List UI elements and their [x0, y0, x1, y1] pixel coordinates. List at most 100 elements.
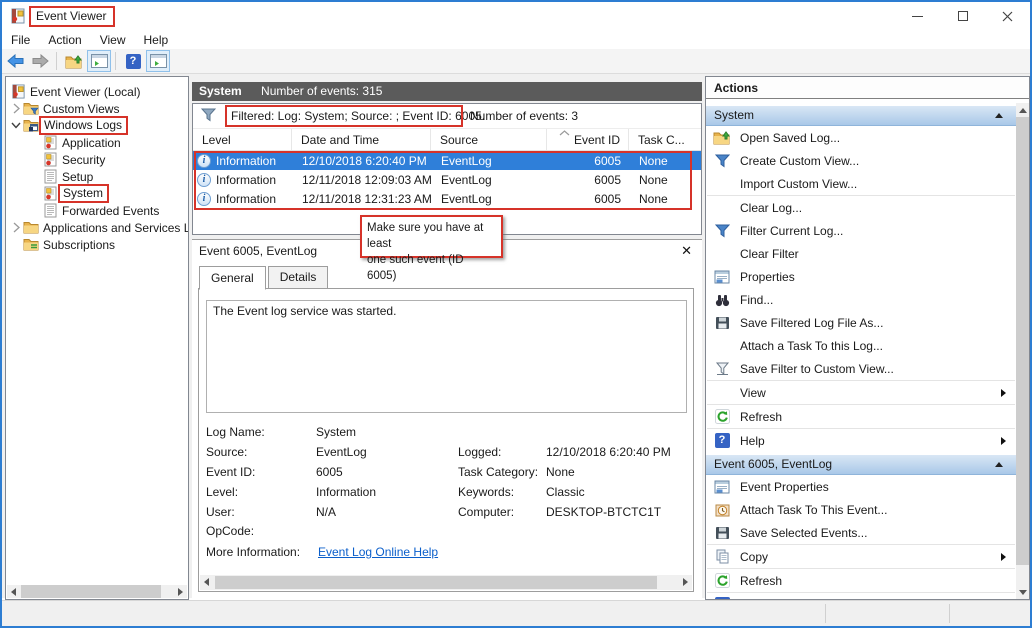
tree-horizontal-scrollbar[interactable]	[7, 585, 187, 598]
tree-item-system[interactable]: System	[6, 185, 188, 202]
show-console-tree-button[interactable]	[87, 50, 111, 72]
refresh-icon	[712, 409, 732, 424]
log-icon	[42, 169, 58, 184]
maximize-button[interactable]	[940, 2, 985, 30]
actions-group-system[interactable]: System	[706, 106, 1016, 126]
action-event-properties[interactable]: Event Properties	[706, 475, 1016, 498]
action-help-event[interactable]: ? Help	[706, 593, 1016, 599]
action-clear-log[interactable]: Clear Log...	[706, 196, 1016, 219]
action-attach-task-to-event[interactable]: Attach Task To This Event...	[706, 498, 1016, 521]
event-description[interactable]: The Event log service was started.	[206, 300, 687, 413]
field-label: Keywords:	[458, 485, 514, 499]
tree-item-subscriptions[interactable]: Subscriptions	[6, 236, 188, 253]
field-label: More Information:	[206, 545, 300, 559]
group-title: System	[714, 108, 754, 122]
general-tab-content: The Event log service was started. Log N…	[198, 288, 694, 592]
collapse-group-icon[interactable]	[995, 113, 1003, 118]
tree-item-custom-views[interactable]: Custom Views	[6, 100, 188, 117]
tree-item-event-viewer-local[interactable]: Event Viewer (Local)	[6, 83, 188, 100]
menu-file[interactable]: File	[2, 31, 39, 49]
scrollbar-thumb[interactable]	[1016, 117, 1029, 565]
log-title: System	[199, 84, 242, 98]
tab-general[interactable]: General	[199, 266, 266, 290]
sort-ascending-icon	[559, 130, 570, 136]
action-save-filtered-log-file-as[interactable]: Save Filtered Log File As...	[706, 311, 1016, 334]
scroll-left-button[interactable]	[200, 575, 213, 588]
copy-icon	[712, 549, 732, 564]
action-properties[interactable]: Properties	[706, 265, 1016, 288]
action-attach-task-to-log[interactable]: Attach a Task To this Log...	[706, 334, 1016, 357]
show-console-tree-icon	[91, 54, 108, 68]
event-log-online-help-link[interactable]: Event Log Online Help	[318, 545, 438, 559]
tab-details[interactable]: Details	[268, 266, 329, 289]
scroll-up-button[interactable]	[1016, 103, 1029, 117]
back-button[interactable]	[3, 50, 27, 72]
tree-item-security[interactable]: Security	[6, 151, 188, 168]
column-header-date[interactable]: Date and Time	[292, 129, 431, 150]
show-action-pane-button[interactable]	[146, 50, 170, 72]
filter-outline-icon	[712, 362, 732, 376]
action-label: Import Custom View...	[740, 177, 857, 191]
field-label: Level:	[206, 485, 238, 499]
help-button[interactable]: ?	[121, 50, 145, 72]
action-filter-current-log[interactable]: Filter Current Log...	[706, 219, 1016, 242]
action-open-saved-log[interactable]: Open Saved Log...	[706, 126, 1016, 149]
scrollbar-thumb[interactable]	[215, 576, 657, 589]
chevron-expanded-icon[interactable]	[9, 122, 23, 129]
open-saved-log-button[interactable]	[62, 50, 86, 72]
menu-action[interactable]: Action	[39, 31, 90, 49]
action-label: Clear Filter	[740, 247, 799, 261]
column-header-source[interactable]: Source	[431, 129, 547, 150]
toolbar: ?	[2, 49, 1030, 74]
action-refresh[interactable]: Refresh	[706, 405, 1016, 428]
tree-label: Setup	[62, 170, 93, 184]
scroll-right-button[interactable]	[174, 585, 187, 598]
minimize-icon	[912, 16, 923, 17]
open-saved-log-icon	[65, 54, 83, 69]
column-header-level[interactable]: Level	[193, 129, 292, 150]
action-save-filter-to-custom-view[interactable]: Save Filter to Custom View...	[706, 357, 1016, 380]
action-refresh-event[interactable]: Refresh	[706, 569, 1016, 592]
menu-view[interactable]: View	[91, 31, 135, 49]
chevron-collapsed-icon[interactable]	[9, 222, 23, 233]
scroll-left-button[interactable]	[7, 585, 20, 598]
tree-item-forwarded-events[interactable]: Forwarded Events	[6, 202, 188, 219]
scroll-right-button[interactable]	[679, 575, 692, 588]
action-clear-filter[interactable]: Clear Filter	[706, 242, 1016, 265]
event-row[interactable]: iInformation 12/11/2018 12:31:23 AM Even…	[193, 189, 701, 208]
collapse-group-icon[interactable]	[995, 462, 1003, 467]
action-find[interactable]: Find...	[706, 288, 1016, 311]
scrollbar-thumb[interactable]	[21, 585, 161, 598]
action-copy[interactable]: Copy	[706, 545, 1016, 568]
minimize-button[interactable]	[895, 2, 940, 30]
field-label: User:	[206, 505, 235, 519]
action-import-custom-view[interactable]: Import Custom View...	[706, 172, 1016, 195]
help-icon: ?	[126, 54, 141, 69]
action-save-selected-events[interactable]: Save Selected Events...	[706, 521, 1016, 544]
actions-group-event[interactable]: Event 6005, EventLog	[706, 455, 1016, 475]
tree-item-application[interactable]: Application	[6, 134, 188, 151]
action-create-custom-view[interactable]: Create Custom View...	[706, 149, 1016, 172]
event-row[interactable]: iInformation 12/11/2018 12:09:03 AM Even…	[193, 170, 701, 189]
forward-button[interactable]	[28, 50, 52, 72]
tree-item-applications-and-services[interactable]: Applications and Services Lo	[6, 219, 188, 236]
scroll-down-button[interactable]	[1016, 585, 1029, 599]
close-preview-icon[interactable]: ✕	[681, 243, 692, 259]
event-row[interactable]: iInformation 12/10/2018 6:20:40 PM Event…	[193, 151, 701, 170]
chevron-collapsed-icon[interactable]	[9, 103, 23, 114]
actions-pane: Actions System Open Saved Log... Create …	[705, 76, 1030, 600]
level-cell: Information	[216, 192, 276, 206]
action-view[interactable]: View	[706, 381, 1016, 404]
filter-icon	[712, 154, 732, 168]
action-help[interactable]: ? Help	[706, 429, 1016, 452]
column-header-task-category[interactable]: Task C...	[629, 129, 701, 150]
event-id-cell: 6005	[547, 192, 629, 206]
tree-item-setup[interactable]: Setup	[6, 168, 188, 185]
log-icon	[42, 152, 58, 167]
field-label: Event ID:	[206, 465, 255, 479]
tree-item-windows-logs[interactable]: Windows Logs	[6, 117, 188, 134]
menu-help[interactable]: Help	[135, 31, 178, 49]
preview-horizontal-scrollbar[interactable]	[200, 575, 692, 590]
close-button[interactable]	[985, 2, 1030, 30]
actions-vertical-scrollbar[interactable]	[1016, 103, 1029, 599]
